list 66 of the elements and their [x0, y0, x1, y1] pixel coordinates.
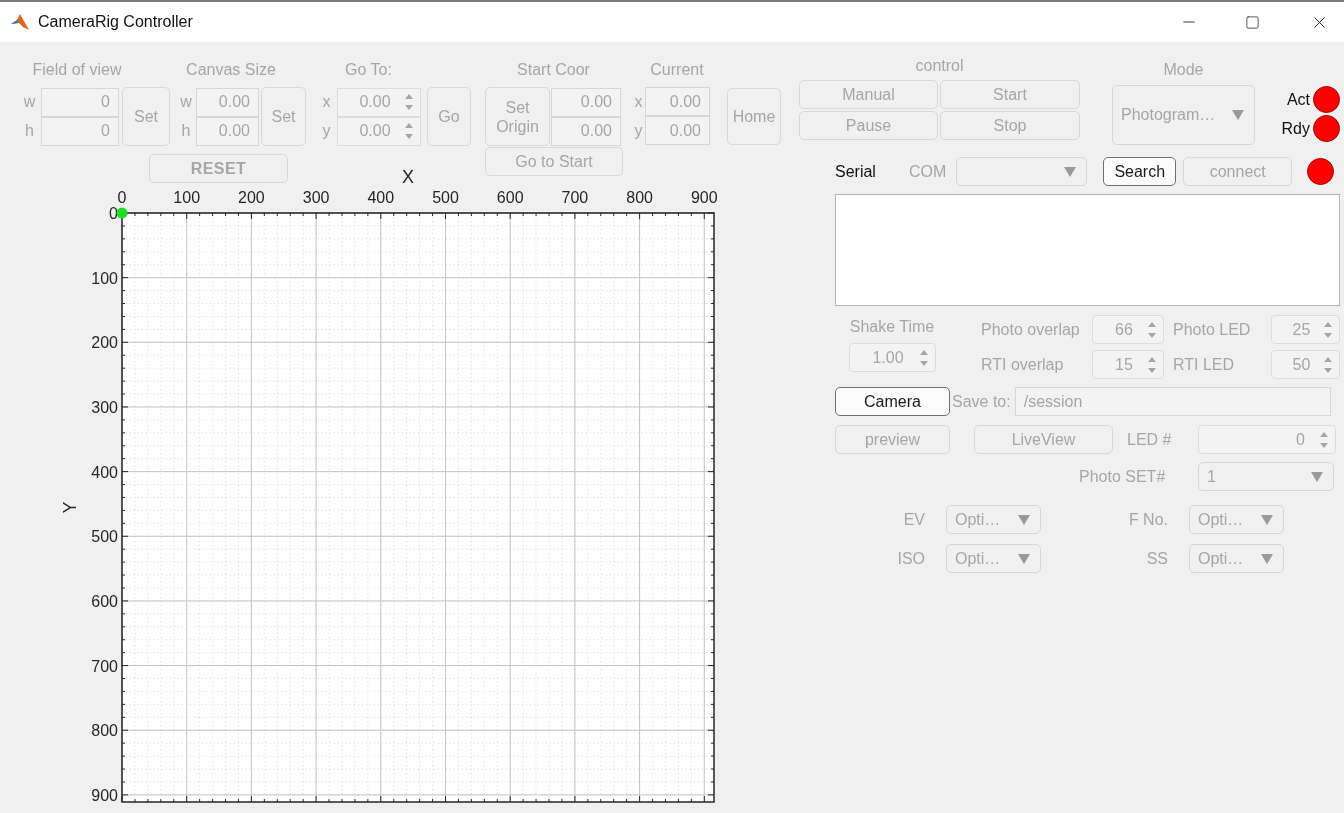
- caret-icon: [1261, 553, 1273, 564]
- group-title: control: [914, 56, 965, 76]
- group-title: Start Coor: [516, 60, 591, 80]
- x-tick-label: 200: [238, 189, 265, 206]
- y-tick-label: 700: [91, 657, 118, 675]
- field-label: x: [321, 92, 332, 112]
- group-title: Field of view: [31, 60, 123, 80]
- x-tick-label: 800: [626, 189, 653, 206]
- field-label: ISO: [896, 548, 925, 569]
- field-label: h: [24, 121, 35, 141]
- lamp-label: Rdy: [1281, 118, 1310, 139]
- lamp-label: Act: [1286, 89, 1310, 110]
- y-tick-label: 400: [91, 463, 118, 481]
- field-label: Photo LED: [1172, 319, 1252, 340]
- maximize-icon[interactable]: [1245, 14, 1260, 30]
- group-title: Current: [649, 60, 705, 80]
- window-title: CameraRig Controller: [38, 12, 193, 32]
- field-label: h: [180, 121, 192, 141]
- search-button[interactable]: Search: [1103, 157, 1177, 186]
- camera-button[interactable]: Camera: [835, 387, 950, 416]
- field-label: RTI LED: [1172, 354, 1236, 375]
- caret-icon: [1232, 110, 1244, 120]
- field-label: LED #: [1127, 429, 1173, 450]
- caret-icon: [1311, 471, 1323, 482]
- field-label: w: [22, 92, 37, 112]
- group-title: Mode: [1162, 60, 1205, 80]
- field-label: y: [633, 120, 644, 141]
- y-tick-label: 600: [91, 592, 118, 610]
- field-label: COM: [908, 161, 947, 182]
- y-tick-label: 500: [91, 528, 118, 546]
- group-title: Canvas Size: [185, 60, 277, 80]
- x-tick-label: 700: [561, 189, 589, 206]
- y-tick-label: 900: [91, 786, 118, 804]
- x-tick-label: 0: [117, 189, 127, 206]
- x-tick-label: 300: [302, 189, 330, 206]
- field-label: RTI overlap: [981, 354, 1065, 375]
- field-label: w: [179, 92, 193, 112]
- caret-icon: [1261, 514, 1273, 525]
- x-tick-label: 100: [173, 189, 201, 206]
- x-tick-label: 500: [432, 189, 459, 206]
- y-axis-label: Y: [60, 501, 80, 514]
- field-label: Save to:: [952, 391, 1011, 412]
- y-tick-label: 0: [109, 205, 118, 222]
- group-title: Go To:: [344, 60, 393, 80]
- x-tick-label: 600: [496, 189, 524, 206]
- caret-icon: [1018, 514, 1030, 525]
- field-label: Photo overlap: [981, 319, 1081, 340]
- field-label: SS: [1145, 548, 1168, 569]
- y-tick-label: 800: [91, 722, 118, 740]
- y-tick-label: 100: [91, 269, 118, 287]
- caret-icon: [1018, 553, 1030, 564]
- log-text-area[interactable]: [835, 194, 1340, 306]
- caret-icon: [1064, 166, 1077, 177]
- y-tick-label: 300: [91, 398, 118, 416]
- field-label: EV: [902, 509, 925, 530]
- app-logo-icon: [11, 14, 29, 30]
- field-label: Photo SET#: [1079, 466, 1167, 487]
- x-tick-label: 400: [367, 189, 395, 206]
- x-tick-label: 900: [690, 189, 718, 206]
- field-label: Shake Time: [849, 317, 935, 337]
- field-label: x: [633, 91, 644, 112]
- x-axis-label: X: [402, 167, 414, 187]
- y-tick-label: 200: [91, 334, 118, 352]
- field-label: y: [321, 121, 332, 141]
- field-label: F No.: [1127, 509, 1168, 530]
- serial-label: Serial: [835, 161, 876, 182]
